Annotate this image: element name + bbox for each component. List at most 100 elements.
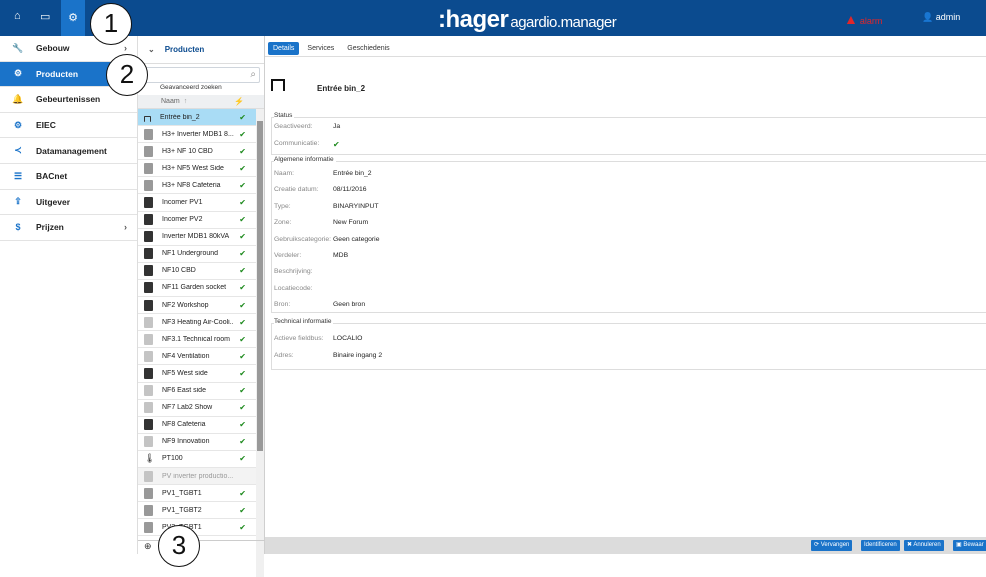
status-group-title: Status (274, 112, 295, 119)
product-row[interactable]: NF11 Garden socket ✔ (138, 280, 256, 298)
product-row[interactable]: PV2_TGBT1✔ (138, 519, 256, 537)
binary-input-icon (271, 79, 285, 91)
technical-group-title: Technical informatie (274, 318, 334, 325)
device-icon (144, 299, 153, 311)
chevron-right-icon: › (124, 222, 127, 233)
product-row[interactable]: Entrée bin_2 ✔ (138, 109, 256, 127)
device-icon (144, 248, 153, 260)
sidebar-item-datamanagement[interactable]: ≺ Datamanagement (0, 138, 137, 164)
property-value: Entrée bin_2 (333, 170, 372, 177)
check-icon: ✔ (239, 249, 246, 259)
search-icon[interactable]: ⌕ (250, 69, 256, 80)
product-list-header[interactable]: ⌄ Producten (138, 36, 264, 64)
search-input[interactable]: ⌕ (142, 67, 260, 83)
server-icon: ☰ (13, 170, 23, 181)
product-name: PV1_TGBT1 (162, 489, 202, 497)
property-label: Geactiveerd: (274, 123, 313, 130)
property-label: Type: (274, 202, 291, 210)
device-icon (144, 197, 153, 209)
product-row[interactable]: PV1_TGBT2 ✔ (138, 502, 256, 520)
callout-2: 2 (106, 54, 148, 96)
product-row[interactable]: NF6 East side ✔ (138, 383, 256, 400)
product-name: Inverter MDB1 80kVA (162, 233, 230, 241)
product-name: Entrée bin_2 (160, 113, 200, 121)
sidebar-item-label: Gebouw (36, 43, 70, 54)
add-icon[interactable]: ⊕ (144, 541, 152, 551)
sidebar-item-uitgever[interactable]: ⇪ Uitgever (0, 190, 137, 216)
status-group: Status Geactiveerd: Ja Communicatie: ✔ (271, 112, 986, 155)
check-icon: ✔ (239, 522, 246, 532)
upload-icon: ⇪ (14, 196, 22, 207)
scrollbar[interactable] (256, 109, 264, 577)
tab-geschiedenis[interactable]: Geschiedenis (342, 42, 394, 55)
column-name-header[interactable]: Naam (161, 98, 180, 105)
general-group-title: Algemene informatie (274, 156, 336, 163)
property-value: Binaire ingang 2 (333, 352, 383, 359)
check-icon: ✔ (239, 386, 246, 396)
device-icon (144, 145, 153, 157)
product-row[interactable]: NF3.1 Technical room ✔ (138, 331, 256, 349)
footer-button-annuleren[interactable]: ✖ Annuleren (904, 540, 944, 551)
footer-button-bewaar[interactable]: ▣ Bewaar (953, 540, 986, 551)
check-icon: ✔ (239, 112, 246, 122)
check-icon: ✔ (239, 437, 246, 447)
user-menu[interactable]: 👤 admin (922, 12, 960, 23)
sidebar-item-prijzen[interactable]: $ Prijzen › (0, 215, 137, 241)
product-row[interactable]: 🌡 PT100 ✔ (138, 451, 256, 468)
product-row[interactable]: NF2 Workshop ✔ (138, 297, 256, 315)
product-row[interactable]: NF10 CBD ✔ (138, 263, 256, 280)
dollar-icon: $ (15, 222, 21, 233)
product-name: PV1_TGBT2 (162, 506, 202, 514)
property-value: New Forum (333, 219, 369, 227)
product-row[interactable]: NF9 Innovation ✔ (138, 434, 256, 451)
product-row[interactable]: Inverter MDB1 80kVA ✔ (138, 229, 256, 246)
product-row[interactable]: H3+ NF 10 CBD ✔ (138, 143, 256, 161)
tab-divider (265, 56, 986, 57)
sidebar-item-label: BACnet (36, 171, 68, 182)
tab-services[interactable]: Services (302, 42, 339, 55)
product-row[interactable]: NF8 Cafeteria ✔ (138, 417, 256, 434)
alarm-indicator[interactable]: ▲ alarm (844, 11, 882, 27)
product-name: NF9 Innovation (162, 438, 210, 446)
product-name: H3+ NF8 Cafeteria (162, 181, 221, 189)
tab-details[interactable]: Details (268, 42, 300, 55)
product-row[interactable]: NF4 Ventilation ✔ (138, 348, 256, 366)
action-footer: ⟳ Vervangen Identificeren ✖ Annuleren ▣ Bew… (265, 537, 986, 554)
product-row[interactable]: NF5 West side ✔ (138, 365, 256, 383)
device-icon (144, 282, 153, 294)
product-name: NF3.1 Technical room (162, 335, 230, 343)
product-row[interactable]: PV1_TGBT1 ✔ (138, 485, 256, 503)
footer-button-identificeren[interactable]: Identificeren (861, 540, 900, 551)
product-row[interactable]: H3+ Inverter MDB1 8... ✔ (138, 126, 256, 144)
product-row[interactable]: H3+ NF5 West Side ✔ (138, 160, 256, 178)
product-row[interactable]: H3+ NF8 Cafeteria ✔ (138, 177, 256, 195)
footer-button-label: Bewaar (963, 542, 984, 548)
home-icon[interactable]: ⌂ (14, 10, 21, 22)
property-label: Gebruikscategorie: (274, 235, 332, 243)
sidebar-item-bacnet[interactable]: ☰ BACnet (0, 164, 137, 190)
product-row[interactable]: NF7 Lab2 Show ✔ (138, 400, 256, 417)
sort-icon[interactable]: ↑ (184, 98, 188, 105)
advanced-search-link[interactable]: Geavanceerd zoeken (160, 84, 264, 91)
device-icon: 🌡 (144, 453, 156, 464)
property-label: Communicatie: (274, 140, 320, 147)
sidebar-item-label: Producten (36, 68, 79, 79)
product-row[interactable]: Incomer PV2 ✔ (138, 212, 256, 229)
product-name: PV inverter productio... (162, 472, 234, 480)
sidebar-item-label: Datamanagement (36, 145, 107, 156)
sidebar-item-eiec[interactable]: ⚙ EIEC (0, 113, 137, 139)
settings-icon[interactable]: ⚙ (61, 0, 85, 36)
check-icon: ✔ (239, 488, 246, 498)
property-value: LOCALIO (333, 335, 363, 342)
scrollbar-thumb[interactable] (257, 121, 263, 451)
product-row[interactable]: NF1 Underground ✔ (138, 246, 256, 263)
product-rows: Entrée bin_2 ✔ H3+ Inverter MDB1 8... ✔ H3+ … (138, 109, 256, 537)
property-label: Verdeler: (274, 252, 302, 259)
product-row[interactable]: NF3 Heating Air-Cooli... ✔ (138, 314, 256, 332)
object-title: Entrée bin_2 (317, 84, 366, 93)
monitor-icon[interactable]: ▭ (40, 10, 50, 23)
product-row[interactable]: Incomer PV1 ✔ (138, 194, 256, 212)
device-icon (144, 333, 153, 345)
product-row[interactable]: PV inverter productio... (138, 467, 256, 486)
footer-button-vervangen[interactable]: ⟳ Vervangen (811, 540, 853, 551)
